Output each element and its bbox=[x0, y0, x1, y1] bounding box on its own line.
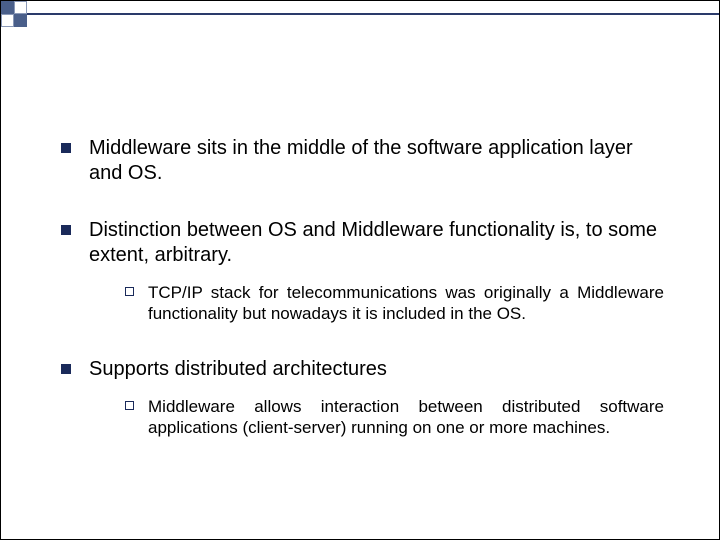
sub-bullet-text: Middleware allows interaction between di… bbox=[148, 396, 664, 439]
square-bullet-icon bbox=[61, 364, 71, 374]
bullet-item: Middleware sits in the middle of the sof… bbox=[61, 136, 664, 186]
bullet-text: Distinction between OS and Middleware fu… bbox=[89, 218, 664, 268]
bullet-text: Middleware sits in the middle of the sof… bbox=[89, 136, 664, 186]
sub-bullet-text: TCP/IP stack for telecommunications was … bbox=[148, 282, 664, 325]
sub-bullet-item: Middleware allows interaction between di… bbox=[89, 396, 664, 439]
sub-bullet-item: TCP/IP stack for telecommunications was … bbox=[89, 282, 664, 325]
square-bullet-icon bbox=[61, 225, 71, 235]
bullet-item: Distinction between OS and Middleware fu… bbox=[61, 218, 664, 325]
hollow-square-bullet-icon bbox=[125, 401, 134, 410]
slide-body: Middleware sits in the middle of the sof… bbox=[61, 136, 664, 438]
hollow-square-bullet-icon bbox=[125, 287, 134, 296]
bullet-item: Supports distributed architectures Middl… bbox=[61, 357, 664, 439]
corner-accent bbox=[1, 1, 27, 27]
square-bullet-icon bbox=[61, 143, 71, 153]
bullet-text: Supports distributed architectures bbox=[89, 357, 664, 382]
top-rule bbox=[27, 13, 719, 15]
